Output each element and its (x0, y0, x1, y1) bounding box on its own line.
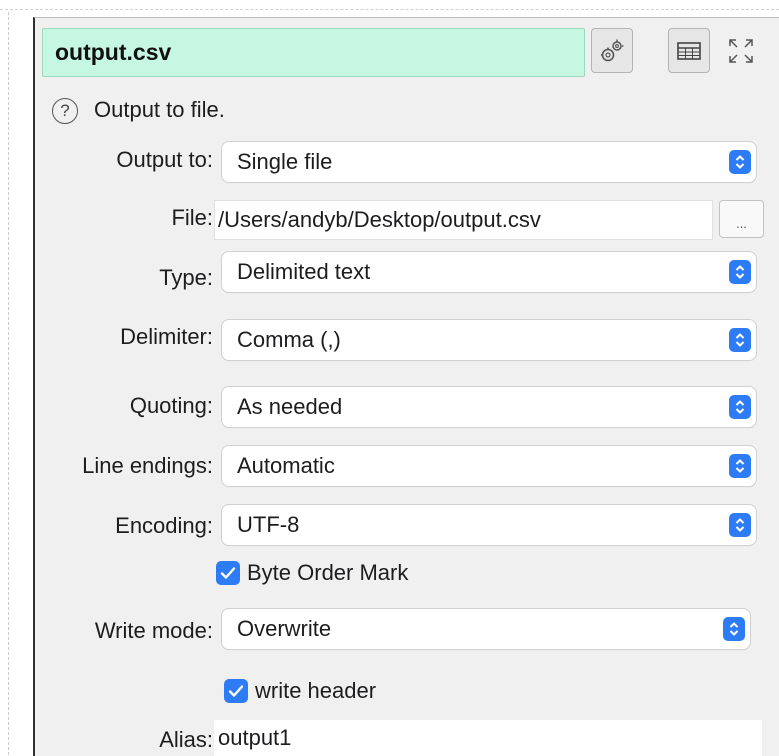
alias-field[interactable]: output1 (214, 720, 762, 756)
checkmark-icon (216, 561, 240, 585)
node-title-field[interactable]: output.csv (42, 28, 585, 77)
output-to-label: Output to: (116, 147, 213, 172)
chevron-updown-icon (729, 513, 751, 537)
left-divider (8, 12, 9, 755)
alias-label: Alias: (159, 727, 213, 752)
encoding-value: UTF-8 (237, 512, 300, 537)
type-select[interactable]: Delimited text (222, 252, 756, 292)
type-value: Delimited text (237, 259, 371, 284)
table-view-button[interactable] (668, 28, 710, 73)
browse-label: ... (736, 216, 747, 231)
quoting-value: As needed (237, 394, 343, 419)
line-endings-select[interactable]: Automatic (222, 446, 756, 486)
alias-value: output1 (218, 725, 292, 750)
type-label: Type: (159, 265, 213, 290)
line-endings-value: Automatic (237, 453, 335, 478)
encoding-select[interactable]: UTF-8 (222, 505, 756, 545)
top-border (0, 0, 779, 10)
chevron-updown-icon (729, 454, 751, 478)
write-header-checkbox[interactable]: write header (224, 678, 376, 704)
line-endings-label: Line endings: (82, 453, 213, 478)
help-icon[interactable]: ? (52, 98, 78, 124)
chevron-updown-icon (723, 617, 745, 641)
table-grid-icon (677, 41, 701, 60)
write-mode-value: Overwrite (237, 616, 332, 641)
file-path-field[interactable]: /Users/andyb/Desktop/output.csv (214, 200, 713, 240)
settings-button[interactable] (591, 28, 633, 73)
quoting-select[interactable]: As needed (222, 387, 756, 427)
expand-icon (729, 38, 753, 63)
write-header-label: write header (255, 678, 377, 703)
encoding-label: Encoding: (115, 513, 213, 538)
byte-order-mark-checkbox[interactable]: Byte Order Mark (216, 560, 408, 586)
node-title: output.csv (55, 39, 172, 65)
write-mode-label: Write mode: (94, 618, 213, 643)
chevron-updown-icon (729, 260, 751, 284)
chevron-updown-icon (729, 395, 751, 419)
file-path-value: /Users/andyb/Desktop/output.csv (218, 207, 541, 232)
checkmark-icon (224, 679, 248, 703)
output-node-panel: output.csv ? Output to file. Output to: … (33, 17, 779, 756)
chevron-updown-icon (729, 328, 751, 352)
node-description: Output to file. (94, 97, 225, 122)
settings-gears-icon (601, 39, 624, 61)
delimiter-value: Comma (,) (237, 327, 341, 352)
file-label: File: (171, 205, 213, 230)
browse-file-button[interactable]: ... (719, 200, 764, 238)
delimiter-label: Delimiter: (120, 324, 213, 349)
write-mode-select[interactable]: Overwrite (222, 609, 750, 649)
expand-button[interactable] (720, 28, 762, 73)
chevron-updown-icon (729, 150, 751, 174)
delimiter-select[interactable]: Comma (,) (222, 320, 756, 360)
byte-order-mark-label: Byte Order Mark (247, 560, 409, 585)
output-to-select[interactable]: Single file (222, 142, 756, 182)
quoting-label: Quoting: (129, 393, 213, 418)
output-to-value: Single file (237, 149, 333, 174)
